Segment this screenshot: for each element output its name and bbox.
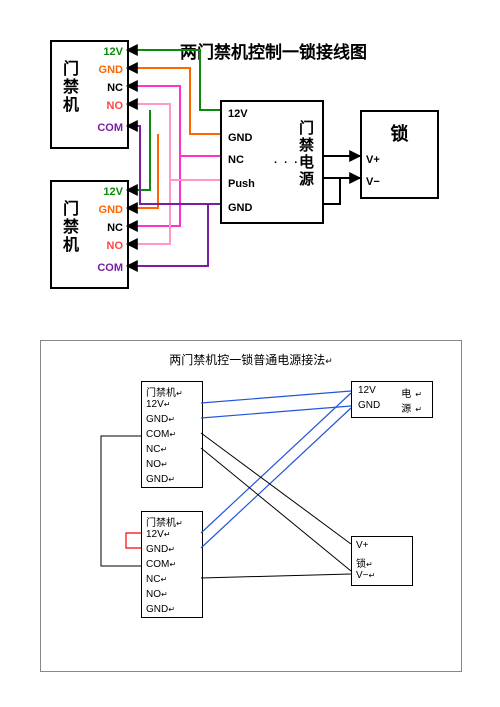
d1-pin-gnd: GND bbox=[99, 64, 123, 76]
d2-device-1: 门禁机↵ 12V↵ GND↵ COM↵ NC↵ NO↵ GND↵ bbox=[141, 381, 203, 488]
lock-label: 锁 bbox=[362, 120, 437, 146]
diagram-2: 两门禁机控一锁普通电源接法↵ 门禁机↵ 12V↵ GND↵ COM↵ NC↵ N… bbox=[40, 340, 462, 672]
access-device-2: 门禁机 12V GND NC NO COM bbox=[50, 180, 129, 289]
d2-lock: V+ 锁↵ V−↵ bbox=[351, 536, 413, 586]
d2-psu: 12V GND 电↵ 源↵ bbox=[351, 381, 433, 418]
access-psu: 门禁电源 12V GND NC . . . Push GND bbox=[220, 100, 324, 224]
diagram2-title: 两门禁机控一锁普通电源接法↵ bbox=[41, 351, 461, 368]
lock-pin-vm: V− bbox=[366, 176, 380, 188]
d2psu-label-2: 源↵ bbox=[401, 400, 426, 415]
d2-pin-gnd: GND bbox=[99, 204, 123, 216]
psu-pin-gnd: GND bbox=[228, 132, 252, 144]
lock-pin-vp: V+ bbox=[366, 154, 380, 166]
d2b-gnd2: GND↵ bbox=[146, 604, 175, 615]
psu-pin-nc: NC bbox=[228, 154, 244, 166]
d2psu-12v: 12V bbox=[358, 385, 376, 396]
d2lock-vm: V−↵ bbox=[356, 570, 375, 581]
d2a-gnd2: GND↵ bbox=[146, 474, 175, 485]
d2lock-vp: V+ bbox=[356, 540, 369, 551]
access-device-1: 门禁机 12V GND NC NO COM bbox=[50, 40, 129, 149]
d2a-nc: NC↵ bbox=[146, 444, 167, 455]
d1-pin-no: NO bbox=[107, 100, 124, 112]
psu-dots: . . . bbox=[274, 154, 299, 166]
device2-label: 门禁机 bbox=[56, 200, 80, 254]
diagram-1: 两门禁机控制一锁接线图 门禁机 12V GND NC NO COM 门禁机 12… bbox=[40, 30, 450, 330]
d2-device-2: 门禁机↵ 12V↵ GND↵ COM↵ NC↵ NO↵ GND↵ bbox=[141, 511, 203, 618]
d1-pin-nc: NC bbox=[107, 82, 123, 94]
lock-box: 锁 V+ V− bbox=[360, 110, 439, 199]
d2-pin-nc: NC bbox=[107, 222, 123, 234]
d2-pin-12v: 12V bbox=[103, 186, 123, 198]
d2a-no: NO↵ bbox=[146, 459, 168, 470]
d2-pin-no: NO bbox=[107, 240, 124, 252]
d2b-no: NO↵ bbox=[146, 589, 168, 600]
d2a-12v: 12V↵ bbox=[146, 399, 171, 410]
d2b-gnd: GND↵ bbox=[146, 544, 175, 555]
d2lock-name: 锁↵ bbox=[356, 555, 373, 570]
d1-pin-12v: 12V bbox=[103, 46, 123, 58]
d1-pin-com: COM bbox=[97, 122, 123, 134]
psu-pin-push: Push bbox=[228, 178, 255, 190]
d2a-com: COM↵ bbox=[146, 429, 176, 440]
psu-pin-gnd2: GND bbox=[228, 202, 252, 214]
d2b-com: COM↵ bbox=[146, 559, 176, 570]
d2a-gnd: GND↵ bbox=[146, 414, 175, 425]
d2b-nc: NC↵ bbox=[146, 574, 167, 585]
d2psu-gnd: GND bbox=[358, 400, 380, 411]
psu-pin-12v: 12V bbox=[228, 108, 248, 120]
device1-label: 门禁机 bbox=[56, 60, 80, 114]
d2b-12v: 12V↵ bbox=[146, 529, 171, 540]
d2-pin-com: COM bbox=[97, 262, 123, 274]
diagram1-title: 两门禁机控制一锁接线图 bbox=[180, 38, 367, 63]
d2psu-label-1: 电↵ bbox=[401, 385, 426, 400]
